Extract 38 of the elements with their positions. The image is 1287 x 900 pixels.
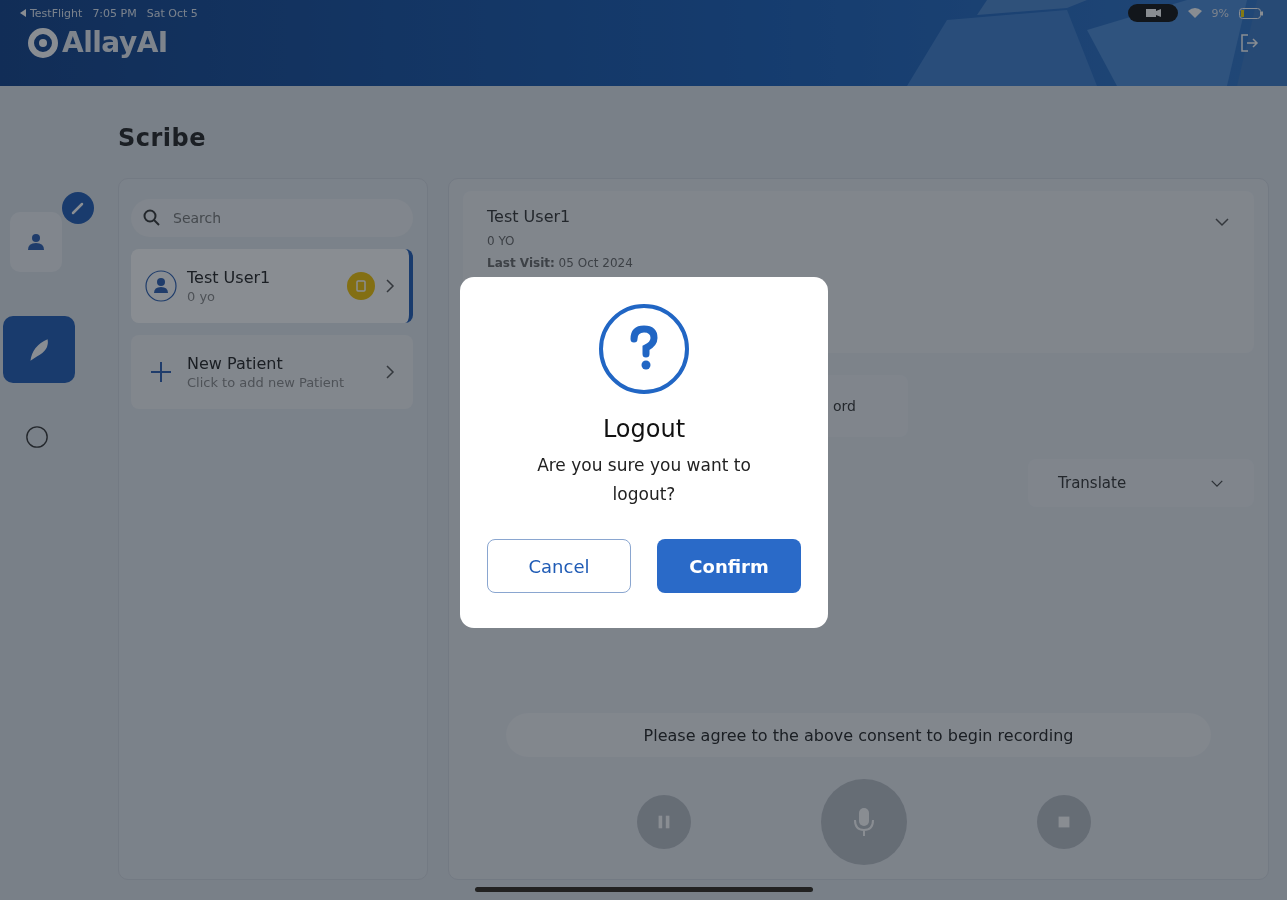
- dialog-title: Logout: [602, 415, 686, 443]
- dialog-message: Are you sure you want to logout?: [536, 454, 752, 506]
- back-arrow-icon[interactable]: [20, 9, 26, 17]
- search-field[interactable]: Search: [131, 199, 413, 237]
- patient-subtitle: 0 yo: [187, 289, 217, 304]
- patient-name: New Patient: [187, 354, 284, 373]
- patient-item[interactable]: Test User1 0 yo: [131, 249, 413, 323]
- consent-tooltip: Please agree to the above consent to begin recording: [506, 713, 1211, 757]
- scribe-button[interactable]: [3, 316, 75, 383]
- page-title: Scribe: [118, 124, 208, 152]
- app-logo: AllayAI: [62, 26, 168, 59]
- battery-icon: [1239, 7, 1263, 19]
- status-app: TestFlight: [30, 6, 83, 20]
- cancel-button[interactable]: Cancel: [487, 539, 631, 593]
- search-icon: [143, 209, 161, 227]
- edit-icon[interactable]: [62, 192, 94, 224]
- status-icon: [347, 272, 375, 300]
- status-time: 7:05 PM: [92, 6, 137, 20]
- confirm-button[interactable]: Confirm: [657, 539, 801, 593]
- chevron-down-icon: [1210, 478, 1224, 488]
- question-icon: [598, 303, 690, 395]
- microphone-icon: [851, 806, 876, 838]
- patient-name: Test User1: [187, 268, 272, 287]
- chevron-down-icon[interactable]: [1214, 217, 1230, 227]
- battery-percent: 9%: [1211, 6, 1229, 20]
- status-date: Sat Oct 5: [146, 6, 198, 20]
- last-visit: Last Visit: 05 Oct 2024: [487, 256, 634, 270]
- logout-icon[interactable]: [1239, 32, 1259, 53]
- logo-icon: [28, 27, 58, 58]
- chevron-right-icon: [385, 278, 395, 294]
- camera-indicator-icon: [1127, 4, 1178, 22]
- patient-name: Test User1: [487, 207, 572, 226]
- patient-age: 0 YO: [487, 234, 516, 248]
- avatar-icon: [145, 270, 177, 302]
- wifi-icon: [1187, 8, 1202, 18]
- profile-button[interactable]: [10, 212, 62, 272]
- chat-icon: [25, 425, 49, 449]
- chevron-right-icon: [385, 364, 395, 380]
